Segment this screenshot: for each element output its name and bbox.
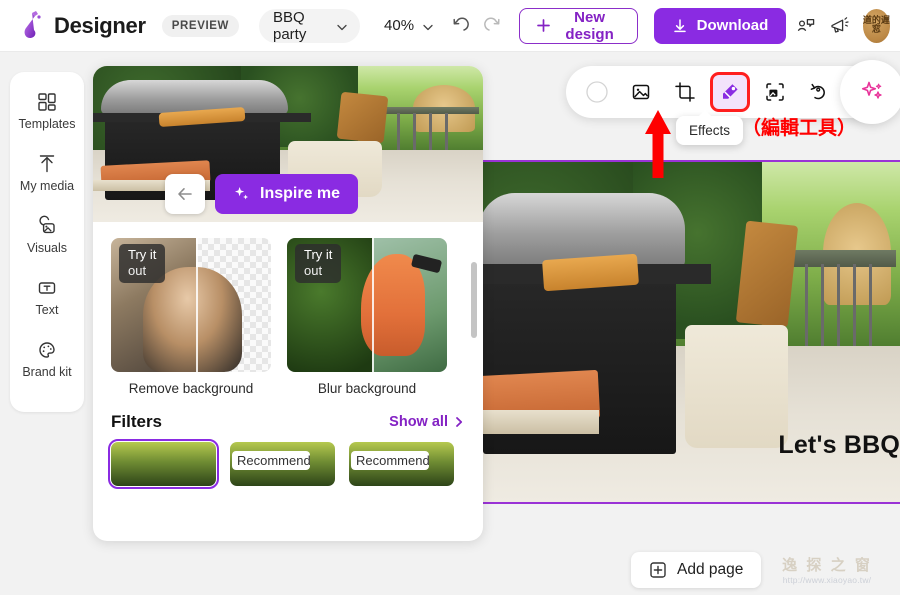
download-arrow-icon [672, 18, 688, 34]
chevron-down-icon [336, 21, 347, 31]
sidebar-item-templates[interactable]: Templates [12, 86, 82, 136]
remove-background-tool[interactable] [756, 73, 794, 111]
collaborate-icon [795, 15, 817, 37]
left-sidebar: Templates My media Visuals Text Brand ki… [10, 72, 84, 412]
show-all-label: Show all [389, 414, 448, 430]
zoom-level-label: 40% [384, 17, 415, 34]
show-all-filters-link[interactable]: Show all [389, 414, 465, 430]
undo-icon [450, 16, 470, 36]
hero-controls: Inspire me [165, 174, 359, 214]
sidebar-item-brand-kit[interactable]: Brand kit [12, 334, 82, 384]
try-it-line2: out [304, 263, 323, 279]
try-it-badge: Try it out [295, 244, 342, 283]
arrow-left-icon [175, 184, 195, 204]
background-color-tool[interactable] [578, 73, 616, 111]
filter-thumbnail[interactable]: Recommended [230, 442, 335, 486]
sidebar-item-my-media[interactable]: My media [12, 148, 82, 198]
panel-scrollbar[interactable] [471, 262, 477, 338]
document-name-label: BBQ party [273, 8, 307, 43]
avatar-label: 道的遅窓 [862, 15, 890, 35]
sidebar-item-label: Visuals [26, 241, 68, 255]
try-it-badge: Try it out [119, 244, 166, 283]
effects-icon [719, 81, 741, 103]
design-canvas[interactable]: Let's BBQ [468, 160, 900, 504]
templates-grid-icon [36, 91, 58, 113]
sidebar-item-label: Brand kit [22, 365, 72, 379]
palette-icon [36, 339, 58, 361]
upload-arrow-icon [36, 153, 58, 175]
card-label: Blur background [317, 381, 417, 396]
card-remove-background[interactable]: Try it out Remove background [111, 238, 271, 396]
download-button[interactable]: Download [653, 7, 787, 44]
sidebar-item-label: My media [19, 179, 75, 193]
redo-button[interactable] [479, 9, 506, 43]
document-name-dropdown[interactable]: BBQ party [259, 8, 361, 43]
plus-icon [536, 18, 551, 33]
page-title: Designer [54, 12, 146, 38]
image-picture-icon [630, 81, 652, 103]
image-effects-toolbar [566, 60, 900, 124]
sidebar-item-visuals[interactable]: Visuals [12, 210, 82, 260]
inspire-me-label: Inspire me [260, 185, 341, 202]
effects-side-panel: Inspire me Try it out Remove background [93, 66, 483, 541]
chevron-right-icon [453, 416, 465, 428]
panel-hero-preview: Inspire me [93, 66, 483, 222]
back-button[interactable] [165, 174, 205, 214]
suggestion-cards: Try it out Remove background Try it out [93, 222, 483, 396]
color-swatch-circle-icon [585, 80, 609, 104]
add-page-label: Add page [677, 561, 744, 578]
rotate-tool[interactable] [800, 73, 838, 111]
undo-button[interactable] [446, 9, 473, 43]
designer-logo-icon [16, 9, 44, 43]
sidebar-item-text[interactable]: Text [12, 272, 82, 322]
design-text-element[interactable]: Let's BBQ [778, 431, 900, 460]
text-box-icon [36, 277, 58, 299]
filter-tag: Recommended [351, 451, 429, 470]
try-it-line2: out [128, 263, 147, 279]
add-page-button[interactable]: Add page [631, 552, 762, 588]
red-up-arrow-icon [638, 108, 678, 180]
filter-thumbnail[interactable]: Recommended [349, 442, 454, 486]
plus-square-icon [649, 561, 667, 579]
card-thumbnail: Try it out [111, 238, 271, 372]
filter-thumbnail-selected[interactable] [108, 439, 219, 489]
effects-tooltip: Effects [676, 110, 744, 145]
effects-tool[interactable] [710, 72, 750, 112]
sparkle-icon [233, 185, 251, 203]
filter-thumbnail-row: Recommended Recommended [93, 438, 483, 489]
sparkle-magic-icon [858, 78, 886, 106]
replace-image-tool[interactable] [622, 73, 660, 111]
crop-icon [674, 81, 696, 103]
zoom-level-dropdown[interactable]: 40% [376, 9, 440, 43]
crop-tool[interactable] [666, 73, 704, 111]
sidebar-item-label: Text [35, 303, 59, 317]
filters-header: Filters Show all [93, 396, 483, 438]
megaphone-icon [828, 15, 850, 37]
annotation-text: （編輯工具） [742, 117, 857, 139]
try-it-line1: Try it [304, 247, 333, 262]
filter-tag: Recommended [232, 451, 310, 470]
new-design-button[interactable]: New design [518, 7, 638, 44]
visuals-image-icon [36, 215, 58, 237]
announcements-button[interactable] [826, 9, 853, 43]
redo-icon [483, 16, 503, 36]
try-it-line1: Try it [128, 247, 157, 262]
user-avatar[interactable]: 道的遅窓 [862, 8, 890, 43]
filters-title: Filters [111, 412, 163, 431]
download-label: Download [696, 17, 769, 34]
new-design-label: New design [565, 8, 614, 43]
chevron-down-icon [422, 21, 433, 31]
preview-badge: PREVIEW [161, 14, 239, 37]
card-thumbnail: Try it out [287, 238, 447, 372]
collaborate-button[interactable] [792, 9, 819, 43]
card-blur-background[interactable]: Try it out Blur background [287, 238, 447, 396]
card-label: Remove background [128, 381, 254, 396]
sidebar-item-label: Templates [18, 117, 76, 131]
app-header: Designer PREVIEW BBQ party 40% New desig… [0, 0, 900, 52]
rotate-icon [808, 81, 830, 103]
inspire-me-button[interactable]: Inspire me [215, 174, 359, 214]
designer-app-window: Designer PREVIEW BBQ party 40% New desig… [0, 0, 900, 595]
remove-background-icon [764, 81, 786, 103]
